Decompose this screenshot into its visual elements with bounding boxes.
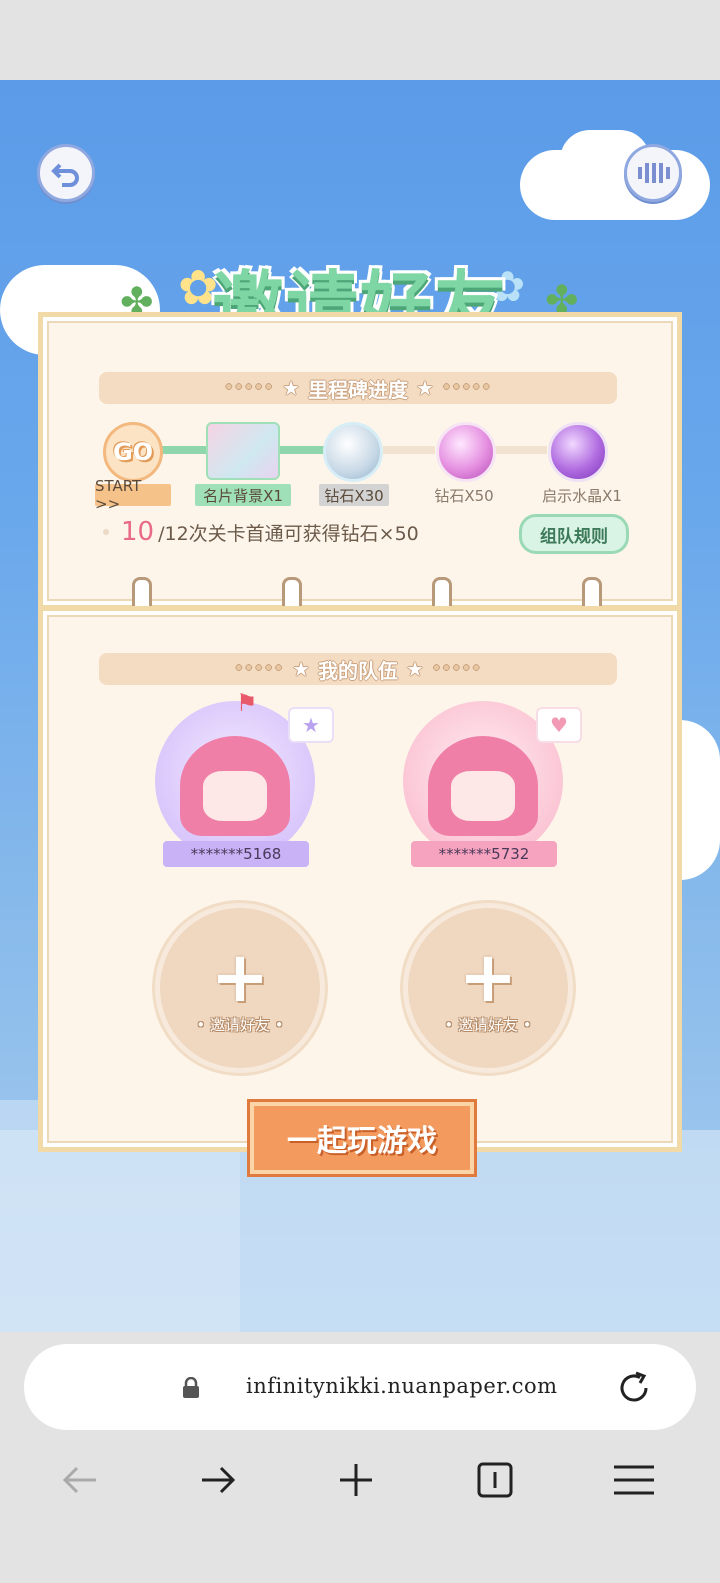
reload-icon[interactable] [614,1368,654,1408]
lock-icon [183,1377,199,1398]
progress-line-filled [275,446,327,454]
back-arrow-icon [51,163,79,187]
character-face [451,771,515,821]
star-icon: ★ [406,657,424,681]
back-nav-button[interactable] [50,1450,110,1510]
star-icon: ★ [416,376,434,400]
plus-icon [340,1464,372,1496]
member-name: *******5168 [163,841,309,867]
play-together-button[interactable]: 一起玩游戏 [250,1102,474,1174]
invite-friend-slot[interactable]: + • 邀请好友 • [403,903,573,1073]
star-badge-icon: ★ [288,707,334,743]
game-view: ✤ ✿ ✿ ✤ 邀请好友 ••••• ★ 里程碑进度 ★ ••••• GO STAR… [0,80,720,1332]
url-text: infinitynikki.nuanpaper.com [246,1374,558,1398]
progress-count: 10 [121,517,155,547]
star-icon: ★ [282,376,300,400]
bullet [103,529,109,535]
progress-line-filled [158,446,208,454]
go-node: GO [103,422,163,482]
reward-label: 名片背景X1 [195,484,291,506]
card-background-reward-icon [206,422,280,480]
crystal-icon [548,422,608,482]
menu-button[interactable] [604,1450,664,1510]
forward-nav-button[interactable] [188,1450,248,1510]
browser-toolbar: infinitynikki.nuanpaper.com [0,1332,720,1583]
back-button[interactable] [37,144,95,202]
hamburger-menu-icon [614,1465,654,1495]
milestone-header: ••••• ★ 里程碑进度 ★ ••••• [99,372,617,404]
diamond-icon [323,422,383,482]
star-icon: ★ [292,657,310,681]
arrow-left-icon [62,1466,96,1494]
arrow-right-icon [202,1466,236,1494]
progress-line-empty [383,446,435,454]
sound-wave-icon [638,163,670,183]
reward-label: 启示水晶X1 [542,486,622,505]
character-face [203,771,267,821]
progress-info: 10 /12次关卡首通可获得钻石×50 [121,517,419,547]
team-rules-button[interactable]: 组队规则 [519,514,629,554]
reward-label: 钻石X30 [319,484,389,506]
plus-icon: + [458,935,518,1018]
milestone-panel: ••••• ★ 里程碑进度 ★ ••••• GO START >> 名片背景X1 钻… [38,312,682,610]
tabs-icon [477,1462,513,1498]
tabs-button[interactable] [465,1450,525,1510]
leader-flag-icon: ⚑ [236,689,258,717]
status-bar-area [0,0,720,80]
progress-text: /12次关卡首通可获得钻石×50 [158,523,419,545]
reward-label: START >> [95,477,171,513]
new-tab-button[interactable] [326,1450,386,1510]
progress-line-empty [495,446,547,454]
music-button[interactable] [624,144,682,202]
team-panel: ••••• ★ 我的队伍 ★ ••••• ⚑ ★ *******5168 ♥ ***… [38,606,682,1152]
team-header: ••••• ★ 我的队伍 ★ ••••• [99,653,617,685]
invite-friend-slot[interactable]: + • 邀请好友 • [155,903,325,1073]
diamond-pink-icon [436,422,496,482]
reward-label: 钻石X50 [434,486,494,505]
heart-badge-icon: ♥ [536,707,582,743]
address-bar[interactable]: infinitynikki.nuanpaper.com [24,1344,696,1430]
member-name: *******5732 [411,841,557,867]
plus-icon: + [210,935,270,1018]
